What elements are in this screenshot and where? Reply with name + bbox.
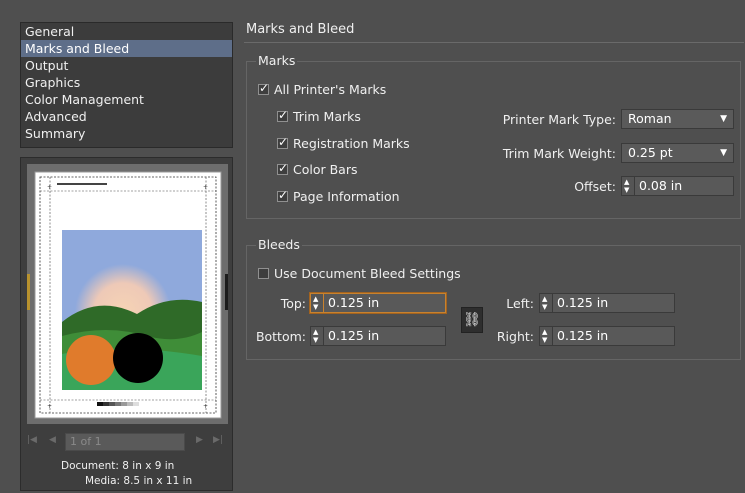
trim-mark-weight-label: Trim Mark Weight: (502, 146, 616, 161)
use-document-bleed-checkbox[interactable]: Use Document Bleed Settings (258, 265, 461, 281)
top-bleed-label: Top: (280, 296, 306, 311)
page-information-checkbox[interactable]: ✓ Page Information (277, 188, 400, 204)
right-bleed-input[interactable]: 0.125 in (553, 326, 675, 346)
chevron-down-icon: ▼ (720, 148, 727, 158)
artwork (62, 230, 202, 390)
trim-mark-weight-dropdown[interactable]: 0.25 pt ▼ (621, 143, 734, 163)
left-bleed-input[interactable]: 0.125 in (553, 293, 675, 313)
bottom-bleed-label: Bottom: (255, 329, 306, 344)
checkbox-label: Trim Marks (293, 108, 361, 124)
chevron-down-icon: ▼ (720, 114, 727, 124)
title-divider (244, 42, 744, 43)
right-bleed-label: Right: (496, 329, 534, 344)
all-printers-marks-checkbox[interactable]: ✓ All Printer's Marks (258, 81, 386, 97)
offset-stepper[interactable]: ▲ ▼ 0.08 in (621, 176, 734, 196)
printer-mark-type-label: Printer Mark Type: (502, 112, 616, 127)
first-page-icon[interactable]: |◀ (27, 435, 37, 445)
dropdown-value: Roman (628, 111, 672, 126)
bottom-bleed-input[interactable]: 0.125 in (324, 326, 446, 346)
printer-mark-type-dropdown[interactable]: Roman ▼ (621, 109, 734, 129)
page-info-mark (57, 183, 107, 185)
nav-item-general[interactable]: General (21, 23, 232, 40)
page-title: Marks and Bleed (246, 22, 355, 37)
preview-frame: + + + + (27, 164, 228, 424)
dropdown-value: 0.25 pt (628, 145, 673, 160)
registration-mark-icon: + (203, 403, 208, 410)
top-bleed-stepper[interactable]: ▲ ▼ 0.125 in (310, 293, 446, 313)
checkbox-label: Use Document Bleed Settings (274, 265, 461, 281)
prev-page-icon[interactable]: ◀ (49, 435, 56, 445)
left-bleed-label: Left: (506, 296, 534, 311)
checkbox-box[interactable] (258, 267, 269, 279)
bleeds-group-title: Bleeds (256, 237, 302, 252)
stepper-arrows-icon[interactable]: ▲ ▼ (539, 293, 553, 313)
trim-marks-checkbox[interactable]: ✓ Trim Marks (277, 108, 361, 124)
nav-item-output[interactable]: Output (21, 57, 232, 74)
print-dialog: General Marks and Bleed Output Graphics … (0, 0, 745, 493)
registration-mark-icon: + (47, 403, 52, 410)
left-bleed-stepper[interactable]: ▲ ▼ 0.125 in (539, 293, 675, 313)
right-bleed-stepper[interactable]: ▲ ▼ 0.125 in (539, 326, 675, 346)
checkbox-box[interactable]: ✓ (258, 80, 270, 95)
check-icon: ✓ (259, 80, 270, 95)
nav-item-summary[interactable]: Summary (21, 125, 232, 142)
page-preview: + + + + (27, 171, 228, 419)
checkbox-label: Registration Marks (293, 135, 410, 151)
preview-pane: + + + + |◀ ◀ 1 of 1 ▶ ▶| Document: 8 in … (20, 157, 233, 491)
page-number-field[interactable]: 1 of 1 (65, 433, 185, 451)
preview-pager: |◀ ◀ 1 of 1 ▶ ▶| (21, 431, 232, 453)
right-marker (225, 274, 228, 310)
next-page-icon[interactable]: ▶ (196, 435, 203, 445)
checkbox-box[interactable]: ✓ (277, 134, 289, 149)
checkbox-label: All Printer's Marks (274, 81, 387, 97)
stepper-arrows-icon[interactable]: ▲ ▼ (310, 326, 324, 346)
registration-marks-checkbox[interactable]: ✓ Registration Marks (277, 135, 410, 151)
last-page-icon[interactable]: ▶| (213, 435, 223, 445)
check-icon: ✓ (278, 160, 289, 175)
color-bars-checkbox[interactable]: ✓ Color Bars (277, 161, 358, 177)
bottom-bleed-stepper[interactable]: ▲ ▼ 0.125 in (310, 326, 446, 346)
stepper-arrows-icon[interactable]: ▲ ▼ (539, 326, 553, 346)
chain-link-icon[interactable]: ⛓ (461, 307, 483, 333)
check-icon: ✓ (278, 134, 289, 149)
stepper-arrows-icon[interactable]: ▲ ▼ (621, 176, 635, 196)
checkbox-box[interactable]: ✓ (277, 107, 289, 122)
nav-item-graphics[interactable]: Graphics (21, 74, 232, 91)
nav-item-color-management[interactable]: Color Management (21, 91, 232, 108)
top-bleed-input[interactable]: 0.125 in (324, 293, 446, 313)
document-size: Document: 8 in x 9 in (61, 460, 175, 472)
offset-input[interactable]: 0.08 in (635, 176, 734, 196)
check-icon: ✓ (278, 107, 289, 122)
stepper-arrows-icon[interactable]: ▲ ▼ (310, 293, 324, 313)
nav-item-advanced[interactable]: Advanced (21, 108, 232, 125)
check-icon: ✓ (278, 187, 289, 202)
checkbox-box[interactable]: ✓ (277, 160, 289, 175)
category-list: General Marks and Bleed Output Graphics … (20, 22, 233, 148)
color-bar (97, 402, 139, 406)
checkbox-label: Page Information (293, 188, 400, 204)
nav-item-marks-and-bleed[interactable]: Marks and Bleed (21, 40, 232, 57)
offset-label: Offset: (574, 179, 616, 194)
registration-mark-icon: + (47, 184, 52, 191)
left-marker (27, 274, 30, 310)
checkbox-label: Color Bars (293, 161, 358, 177)
checkbox-box[interactable]: ✓ (277, 187, 289, 202)
media-size: Media: 8.5 in x 11 in (85, 475, 193, 487)
registration-mark-icon: + (203, 184, 208, 191)
marks-group-title: Marks (256, 53, 298, 68)
